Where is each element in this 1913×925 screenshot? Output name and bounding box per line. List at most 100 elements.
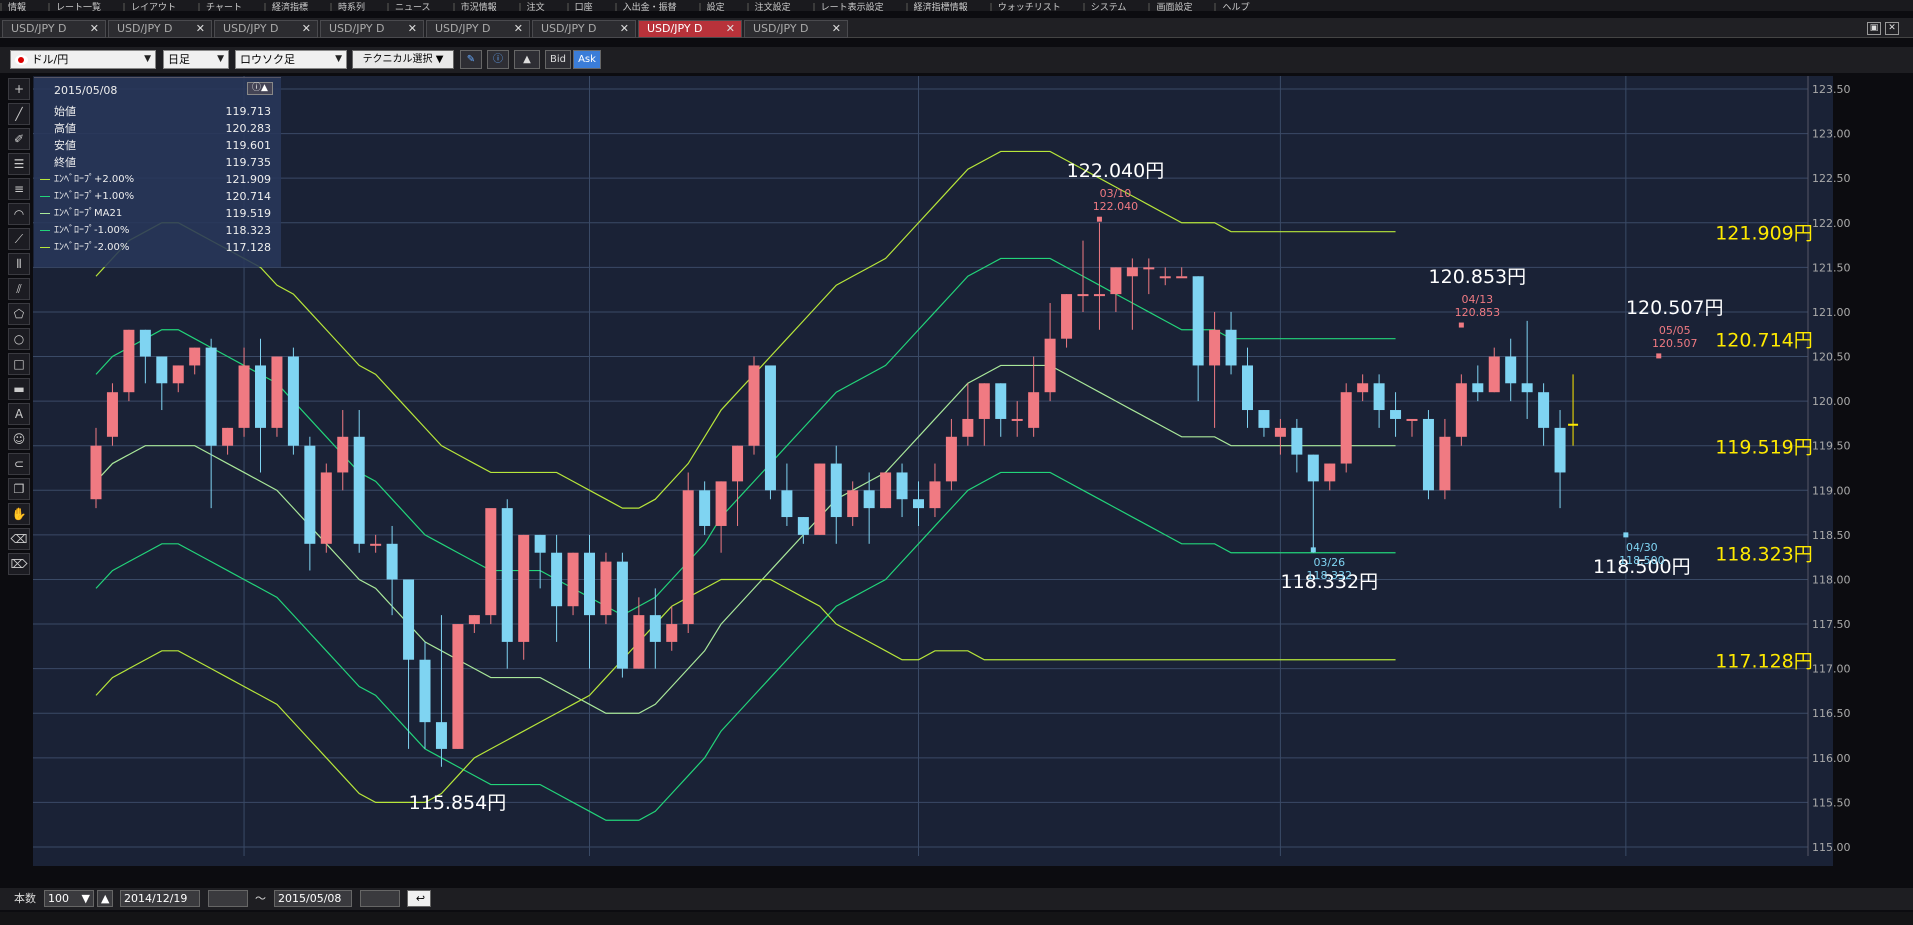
tab-usdjpy-d[interactable]: USD/JPY D ✕ (638, 20, 742, 38)
candle-body[interactable] (337, 436, 349, 473)
candle-body[interactable] (386, 543, 398, 580)
candlestick-chart[interactable]: 115.00 115.50 116.00 116.50 117.00 117.50 118.… (33, 76, 1865, 876)
tab-usdjpy-d[interactable]: USD/JPY D ✕ (2, 20, 106, 38)
candle-body[interactable] (995, 383, 1007, 419)
candle-body[interactable] (584, 552, 595, 616)
candle-body[interactable] (1225, 329, 1237, 366)
trendline-icon[interactable]: ╱ (8, 103, 30, 125)
arc-icon[interactable]: ◠ (8, 203, 30, 225)
candle-body[interactable] (962, 418, 974, 437)
chart-mode-icon[interactable]: ▲ (514, 50, 540, 69)
eraser-all-icon[interactable]: ⌦ (8, 553, 30, 575)
menu-item[interactable]: 注文設定 (746, 3, 791, 11)
candle-body[interactable] (1357, 383, 1369, 393)
candle-body[interactable] (699, 490, 711, 526)
candle-body[interactable] (682, 490, 694, 625)
tab-usdjpy-d[interactable]: USD/JPY D ✕ (108, 20, 212, 38)
candle-body[interactable] (814, 463, 826, 535)
copy-icon[interactable]: ❐ (8, 478, 30, 500)
candle-body[interactable] (1373, 383, 1385, 411)
period-select[interactable]: 日足 ▼ (163, 50, 229, 69)
from-date-field[interactable]: 2014/12/19 (120, 890, 200, 907)
hline-icon[interactable]: ☰ (8, 153, 30, 175)
fan-icon[interactable]: ⟋ (8, 228, 30, 250)
technical-select-button[interactable]: テクニカル選択 ▼ (352, 50, 454, 69)
candle-body[interactable] (929, 481, 941, 509)
candle-body[interactable] (847, 490, 859, 518)
reload-icon[interactable]: ↩ (407, 890, 431, 907)
candle-body[interactable] (1061, 294, 1073, 339)
candle-body[interactable] (501, 508, 513, 642)
candle-body[interactable] (1143, 267, 1155, 270)
candle-body[interactable] (1077, 294, 1089, 297)
close-window-icon[interactable]: ✕ (1885, 22, 1899, 35)
candle-body[interactable] (863, 490, 875, 509)
pair-select[interactable]: ドル/円 ▼ (10, 50, 156, 69)
menu-item[interactable]: 入出金・振替 (614, 3, 677, 11)
candle-body[interactable] (1192, 276, 1204, 366)
tab-close-icon[interactable]: ✕ (302, 21, 311, 37)
candle-body[interactable] (304, 445, 316, 544)
menu-item[interactable]: システム (1082, 3, 1126, 11)
candle-body[interactable] (1242, 365, 1253, 411)
text-icon[interactable]: A (8, 403, 30, 425)
candle-body[interactable] (287, 356, 299, 446)
menu-item[interactable]: 経済指標情報 (905, 3, 968, 11)
candle-body[interactable] (1258, 410, 1270, 428)
menu-item[interactable]: 口座 (566, 3, 593, 11)
candle-body[interactable] (1307, 454, 1319, 482)
candle-body[interactable] (518, 534, 530, 642)
maximize-icon[interactable]: ▣ (1867, 22, 1881, 35)
candle-body[interactable] (1176, 276, 1188, 279)
candle-body[interactable] (1406, 418, 1418, 421)
ruler-icon[interactable]: ✐ (8, 128, 30, 150)
tab-close-icon[interactable]: ✕ (196, 21, 205, 37)
line-style-icon[interactable]: ▬ (8, 378, 30, 400)
info-icon[interactable]: ⓘ (487, 50, 509, 69)
tab-usdjpy-d[interactable]: USD/JPY D ✕ (320, 20, 424, 38)
candle-body[interactable] (1455, 383, 1467, 437)
magnet-icon[interactable]: ⊂ (8, 453, 30, 475)
pitchfork-icon[interactable]: ⫽ (8, 278, 30, 300)
to-time-field[interactable] (360, 890, 400, 907)
candle-body[interactable] (715, 481, 727, 526)
info-toggle-button[interactable]: ⓘ▲ (247, 82, 273, 95)
candle-body[interactable] (616, 561, 628, 669)
ask-button[interactable]: Ask (573, 50, 601, 69)
candle-body[interactable] (1472, 383, 1484, 393)
candle-body[interactable] (172, 365, 184, 384)
hand-icon[interactable]: ✋ (8, 503, 30, 525)
candle-body[interactable] (1390, 410, 1402, 419)
tab-usdjpy-d[interactable]: USD/JPY D ✕ (744, 20, 848, 38)
to-date-field[interactable]: 2015/05/08 (274, 890, 352, 907)
tab-close-icon[interactable]: ✕ (620, 21, 629, 37)
candle-body[interactable] (797, 517, 809, 535)
candle-body[interactable] (1209, 329, 1221, 366)
candle-body[interactable] (106, 392, 118, 437)
candle-body[interactable] (732, 445, 744, 482)
channel-icon[interactable]: ⦀ (8, 253, 30, 275)
tab-close-icon[interactable]: ✕ (514, 21, 523, 37)
circle-icon[interactable]: ○ (8, 328, 30, 350)
menu-item[interactable]: 市況情報 (452, 3, 497, 11)
candle-body[interactable] (666, 624, 678, 642)
candle-body[interactable] (1340, 392, 1352, 464)
candle-body[interactable] (945, 436, 957, 482)
candle-body[interactable] (403, 579, 415, 660)
candle-body[interactable] (978, 383, 990, 419)
chart-type-select[interactable]: ロウソク足 ▼ (235, 50, 347, 69)
tab-close-icon[interactable]: ✕ (832, 21, 841, 37)
emoji-icon[interactable]: ☺ (8, 428, 30, 450)
menu-item[interactable]: 情報 (0, 3, 26, 11)
from-time-field[interactable] (208, 890, 248, 907)
fibonacci-icon[interactable]: ≡ (8, 178, 30, 200)
count-input[interactable]: 100 ▼ (44, 890, 94, 907)
candle-body[interactable] (1439, 436, 1451, 491)
candle-body[interactable] (633, 615, 645, 669)
menu-item[interactable]: ウォッチリスト (989, 3, 1061, 11)
candle-body[interactable] (222, 427, 234, 446)
candle-body[interactable] (896, 472, 908, 500)
candle-body[interactable] (320, 472, 332, 544)
candle-body[interactable] (748, 365, 760, 446)
menu-item[interactable]: レイアウト (123, 3, 176, 11)
